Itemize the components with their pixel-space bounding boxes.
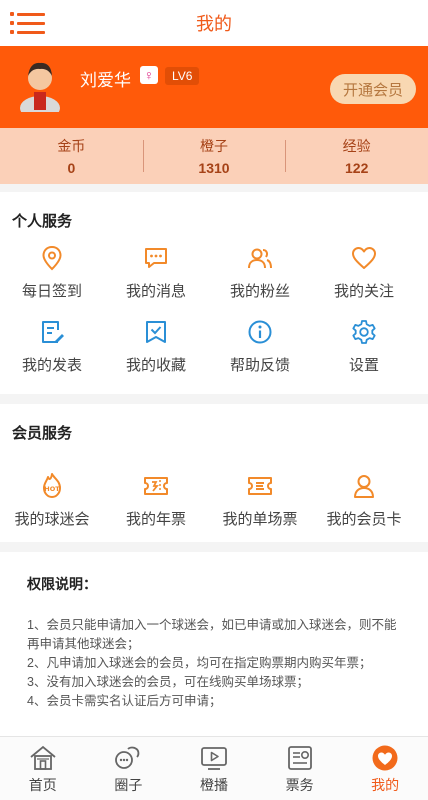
bottom-tab-bar: 首页 圈子 橙播 票务 我的	[0, 736, 428, 800]
edit-doc-icon	[42, 321, 64, 343]
stat-experience[interactable]: 经验 122	[285, 128, 428, 184]
top-bar: 我的	[0, 0, 428, 46]
stat-label: 经验	[342, 138, 371, 154]
avatar[interactable]	[18, 56, 62, 120]
video-play-icon	[201, 747, 227, 770]
single-ticket-icon	[248, 477, 272, 495]
personal-services-section: 个人服务 每日签到 我的消息 我的粉丝 我的关注 我的发表 我的收藏 帮助反馈	[0, 192, 428, 394]
profile-header: 刘爱华 ♀ LV6 开通会员	[0, 46, 428, 128]
stat-label: 金币	[57, 138, 86, 154]
member-annual-ticket[interactable]: 我的年票	[104, 468, 208, 542]
member-fan-club[interactable]: HOT 我的球迷会	[0, 468, 104, 542]
rights-item: 2、凡申请加入球迷会的会员，均可在指定购票期内购买年票；	[27, 656, 372, 670]
circle-icon	[115, 746, 140, 769]
service-label: 我的球迷会	[14, 511, 90, 528]
rights-title: 权限说明：	[27, 576, 97, 592]
service-my-messages[interactable]: 我的消息	[104, 240, 208, 314]
service-my-fans[interactable]: 我的粉丝	[208, 240, 312, 314]
ticket-icon	[287, 746, 312, 770]
service-label: 我的单场票	[222, 511, 298, 528]
gear-icon	[352, 320, 376, 344]
member-single-ticket[interactable]: 我的单场票	[208, 468, 312, 542]
service-label: 我的会员卡	[326, 511, 402, 528]
tab-home[interactable]: 首页	[0, 737, 86, 800]
bookmark-icon	[146, 321, 166, 343]
service-help-feedback[interactable]: 帮助反馈	[208, 314, 312, 388]
tab-label: 橙播	[199, 777, 228, 793]
personal-services-grid: 每日签到 我的消息 我的粉丝 我的关注 我的发表 我的收藏 帮助反馈 设置	[0, 240, 428, 388]
member-services-section: 会员服务 HOT 我的球迷会 我的年票 我的单场票 我的会员卡	[0, 404, 428, 542]
rights-item: 3、没有加入球迷会的会员，可在线购买单场球票；	[27, 675, 309, 689]
tab-label: 票务	[285, 777, 314, 793]
service-settings[interactable]: 设置	[312, 314, 416, 388]
heart-icon	[352, 247, 376, 269]
info-icon	[248, 320, 272, 344]
rights-list: 1、会员只能申请加入一个球迷会，如已申请或加入球迷会，则不能再申请其他球迷会； …	[27, 616, 397, 711]
tab-me[interactable]: 我的	[342, 737, 428, 800]
level-badge: LV6	[165, 67, 200, 85]
service-my-posts[interactable]: 我的发表	[0, 314, 104, 388]
tab-label: 首页	[28, 777, 57, 793]
me-icon	[372, 745, 398, 771]
home-icon	[30, 745, 56, 770]
stat-label: 橙子	[200, 138, 228, 154]
user-name: 刘爱华	[80, 71, 131, 90]
service-label: 我的发表	[21, 357, 82, 374]
service-label: 我的消息	[125, 283, 186, 300]
rights-item: 1、会员只能申请加入一个球迷会，如已申请或加入球迷会，则不能再申请其他球迷会；	[27, 618, 397, 651]
service-my-follows[interactable]: 我的关注	[312, 240, 416, 314]
hot-badge-icon: HOT	[43, 473, 61, 498]
section-title: 会员服务	[12, 425, 73, 442]
service-label: 我的粉丝	[229, 283, 290, 300]
service-label: 帮助反馈	[229, 357, 290, 374]
member-card[interactable]: 我的会员卡	[312, 468, 416, 542]
svg-text:HOT: HOT	[44, 485, 60, 493]
member-services-grid: HOT 我的球迷会 我的年票 我的单场票 我的会员卡	[0, 468, 428, 542]
service-label: 每日签到	[21, 283, 82, 300]
stats-bar: 金币 0 橙子 1310 经验 122	[0, 128, 428, 184]
service-label: 我的收藏	[125, 357, 186, 374]
tab-label: 我的	[371, 777, 400, 793]
service-label: 设置	[348, 357, 379, 374]
service-label: 我的关注	[333, 283, 394, 300]
service-daily-checkin[interactable]: 每日签到	[0, 240, 104, 314]
stat-oranges[interactable]: 橙子 1310	[142, 128, 286, 184]
tab-label: 圈子	[114, 777, 143, 793]
service-my-favorites[interactable]: 我的收藏	[104, 314, 208, 388]
stat-coins[interactable]: 金币 0	[0, 128, 143, 184]
location-pin-icon	[42, 245, 62, 271]
stat-value: 1310	[198, 160, 230, 176]
service-label: 我的年票	[125, 511, 186, 528]
message-icon	[145, 248, 167, 268]
stat-value: 0	[67, 160, 76, 176]
rights-item: 4、会员卡需实名认证后方可申请；	[27, 694, 222, 708]
section-title: 个人服务	[12, 213, 73, 230]
rights-section: 权限说明： 1、会员只能申请加入一个球迷会，如已申请或加入球迷会，则不能再申请其…	[0, 552, 428, 736]
fans-icon	[248, 248, 272, 269]
open-vip-button[interactable]: 开通会员	[330, 74, 416, 104]
page-title: 我的	[196, 14, 232, 34]
annual-ticket-icon	[144, 477, 168, 495]
member-card-icon	[354, 475, 374, 498]
tab-live[interactable]: 橙播	[171, 737, 257, 800]
tab-tickets[interactable]: 票务	[257, 737, 343, 800]
female-icon: ♀	[140, 66, 158, 84]
tab-circle[interactable]: 圈子	[86, 737, 172, 800]
stat-value: 122	[345, 160, 369, 176]
menu-icon[interactable]	[10, 9, 46, 37]
